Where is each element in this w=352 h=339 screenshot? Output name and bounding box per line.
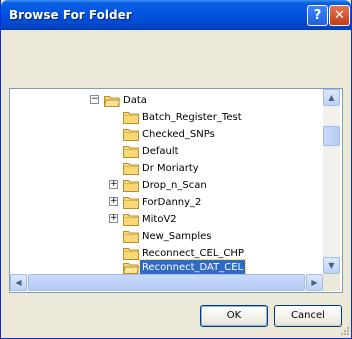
title-bar[interactable]: Browse For Folder ? ✕ <box>1 0 351 30</box>
tree-item[interactable]: Checked_SNPs <box>10 126 320 143</box>
tree-item-label: New_Samples <box>142 231 212 242</box>
vertical-scroll-thumb[interactable] <box>323 126 340 146</box>
scrollbar-corner <box>323 274 340 291</box>
folder-icon <box>123 163 139 175</box>
tree-item-label: MitoV2 <box>142 214 177 225</box>
tree-item[interactable]: Dr Moriarty <box>10 160 320 177</box>
tree-item[interactable]: Default <box>10 143 320 160</box>
tree-item[interactable]: Batch_Register_Test <box>10 109 320 126</box>
scroll-left-icon[interactable]: ◀ <box>10 274 27 291</box>
tree-item-data[interactable]: − Data <box>10 92 320 109</box>
open-folder-icon <box>104 96 120 107</box>
tree-item[interactable]: + MitoV2 <box>10 211 320 228</box>
tree-item-label: Checked_SNPs <box>142 129 215 140</box>
folder-icon <box>123 231 139 243</box>
collapse-toggle-icon[interactable]: − <box>90 95 99 104</box>
horizontal-scrollbar[interactable]: ◀ ▶ <box>10 274 323 291</box>
folder-icon <box>123 146 139 158</box>
open-folder-icon <box>123 263 139 274</box>
tree-item[interactable]: + Drop_n_Scan <box>10 177 320 194</box>
folder-icon <box>123 112 139 124</box>
scroll-right-icon[interactable]: ▶ <box>306 274 323 291</box>
expand-toggle-icon[interactable]: + <box>109 180 118 189</box>
tree-item-label: Dr Moriarty <box>142 163 199 174</box>
tree-item[interactable]: + ForDanny_2 <box>10 194 320 211</box>
horizontal-scroll-thumb[interactable] <box>28 274 305 291</box>
tree-item-label: Batch_Register_Test <box>142 112 242 123</box>
tree-item-label: Default <box>142 146 179 157</box>
scroll-up-icon[interactable]: ▲ <box>323 89 340 106</box>
help-button[interactable]: ? <box>307 5 328 26</box>
window-title: Browse For Folder <box>9 8 132 22</box>
browse-for-folder-dialog: Browse For Folder ? ✕ − Data Batch_Regis… <box>0 0 352 339</box>
expand-toggle-icon[interactable]: + <box>109 197 118 206</box>
tree-item-label: Reconnect_DAT_CEL <box>138 259 247 276</box>
expand-toggle-icon[interactable]: + <box>109 214 118 223</box>
resize-grip-icon[interactable] <box>339 325 350 336</box>
folder-icon <box>123 129 139 141</box>
tree-item[interactable]: New_Samples <box>10 228 320 245</box>
folder-icon <box>123 180 139 192</box>
folder-tree[interactable]: − Data Batch_Register_Test Checked_SNPs … <box>9 88 343 293</box>
vertical-scrollbar[interactable]: ▲ ▼ <box>323 89 340 274</box>
close-button[interactable]: ✕ <box>329 5 350 26</box>
folder-icon <box>123 214 139 226</box>
tree-item-label: Data <box>123 95 147 106</box>
tree-item-label: ForDanny_2 <box>142 197 202 208</box>
cancel-button[interactable]: Cancel <box>274 305 342 327</box>
ok-button[interactable]: OK <box>200 305 268 327</box>
tree-item-label: Drop_n_Scan <box>142 180 207 191</box>
folder-icon <box>123 197 139 209</box>
scroll-down-icon[interactable]: ▼ <box>323 257 340 274</box>
